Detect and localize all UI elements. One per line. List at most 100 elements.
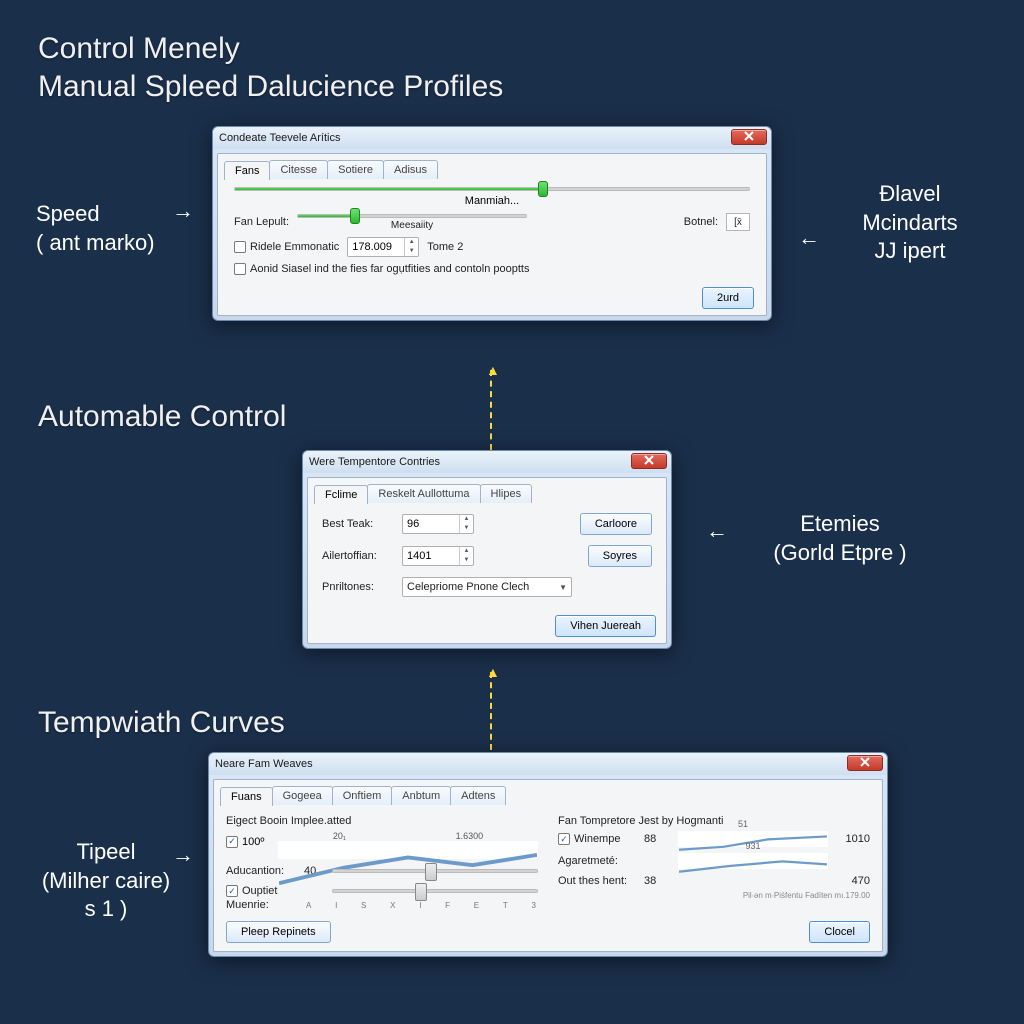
pnriltones-dropdown[interactable]: Celepriome Pnone Clech ▼ xyxy=(402,577,572,597)
left-100-checkbox[interactable]: 100º xyxy=(226,836,264,848)
ridele-label: Ridele Emmonatic xyxy=(250,241,339,253)
muenrie-label: Muenrie: xyxy=(226,899,296,911)
r2a-value: 931 xyxy=(746,841,761,851)
fan-lepult-label: Fan Lepult: xyxy=(234,216,289,228)
sidelabel-etemies-l1: Etemies xyxy=(800,511,879,536)
agaretmete-label: Agaretmeté: xyxy=(558,855,636,867)
arrow-left-icon: ← xyxy=(706,518,728,544)
aonid-checkbox[interactable]: Aonid Siasel ind the fies far ogụtfities… xyxy=(234,263,529,275)
aducantion-slider[interactable] xyxy=(332,869,538,873)
spinner-buttons-icon[interactable]: ▲▼ xyxy=(459,515,473,533)
left-pane-title: Eigect Booin Implee.atted xyxy=(226,815,538,827)
ouptiet-label: Ouptiet xyxy=(242,885,277,897)
sidelabel-etemies-l2: (Gorld Etpre ) xyxy=(773,540,906,565)
window2-primary-button[interactable]: Vihen Juereah xyxy=(555,615,656,637)
right-pane-title: Fan Tompretore Jest by Hogmanti xyxy=(558,815,870,827)
tab-sotiere[interactable]: Sotiere xyxy=(327,160,384,179)
outthes-label: Out thes hent: xyxy=(558,875,636,887)
window3-titlebar[interactable]: Neare Fam Weaves xyxy=(209,753,887,775)
window2-titlebar[interactable]: Were Tempentore Contries xyxy=(303,451,671,473)
winempe-checkbox[interactable]: Winempe xyxy=(558,833,636,845)
best-teak-label: Best Teak: xyxy=(322,518,394,530)
axis-tick: X xyxy=(390,901,395,910)
window-manual-control: Condeate Teevele Arítics Fans Citesse So… xyxy=(212,126,772,321)
tab-onftiem[interactable]: Onftiem xyxy=(332,786,393,805)
ailertoffian-input[interactable] xyxy=(403,548,459,564)
arrow-up-icon: ▲ xyxy=(486,362,500,378)
tab-citesse[interactable]: Citesse xyxy=(269,160,328,179)
r3a-value: 38 xyxy=(644,875,670,887)
slider-thumb-icon[interactable] xyxy=(415,883,427,901)
fan-lepult-slider[interactable] xyxy=(297,214,527,218)
pleep-repinets-button[interactable]: Pleep Repinets xyxy=(226,921,331,943)
arrow-left-icon: ← xyxy=(798,225,820,251)
close-icon xyxy=(860,757,870,770)
r3b-value: 470 xyxy=(836,875,870,887)
tab-fclime[interactable]: Fclime xyxy=(314,485,368,504)
chart-label-b: 1.6300 xyxy=(456,831,484,841)
window1-title: Condeate Teevele Arítics xyxy=(219,132,340,144)
close-icon xyxy=(744,131,754,144)
chevron-down-icon: ▼ xyxy=(559,583,567,592)
slider-thumb-icon[interactable] xyxy=(425,863,437,881)
ridele-checkbox[interactable]: Ridele Emmonatic xyxy=(234,241,339,253)
tab-adtens[interactable]: Adtens xyxy=(450,786,506,805)
spinner-buttons-icon[interactable]: ▲▼ xyxy=(404,238,418,256)
spinner-buttons-icon[interactable]: ▲▼ xyxy=(459,547,473,565)
close-button[interactable] xyxy=(631,453,667,469)
tab-adisus[interactable]: Adisus xyxy=(383,160,438,179)
axis-tick: I xyxy=(335,901,337,910)
tab-fans[interactable]: Fans xyxy=(224,161,270,180)
tab-fuans[interactable]: Fuans xyxy=(220,787,273,806)
axis-tick: F xyxy=(445,901,450,910)
window3-tabstrip: Fuans Gogeea Onftiem Anbtum Adtens xyxy=(220,786,876,805)
ouptiet-slider[interactable] xyxy=(332,889,538,893)
ailertoffian-spinner[interactable]: ▲▼ xyxy=(402,546,474,566)
close-icon xyxy=(644,455,654,468)
left-100-label: 100º xyxy=(242,836,264,848)
clocel-button[interactable]: Clocel xyxy=(809,921,870,943)
r1b-value: 51 xyxy=(738,819,748,829)
tab-gogeea[interactable]: Gogeea xyxy=(272,786,333,805)
botnel-label: Botnel: xyxy=(684,216,718,228)
sidelabel-speed-l1: Speed xyxy=(36,201,100,226)
r1a-value: 88 xyxy=(644,833,670,845)
pnriltones-label: Pnriltones: xyxy=(322,581,394,593)
close-button[interactable] xyxy=(731,129,767,145)
axis-tick: 3 xyxy=(532,901,536,910)
tome2-label: Tome 2 xyxy=(427,241,463,253)
axis-tick: E xyxy=(474,901,479,910)
carloore-button[interactable]: Carloore xyxy=(580,513,652,535)
window1-primary-button[interactable]: 2urd xyxy=(702,287,754,309)
ailertoffian-label: Ailertoffian: xyxy=(322,550,394,562)
axis-tick: A xyxy=(306,901,311,910)
close-button[interactable] xyxy=(847,755,883,771)
main-speed-slider[interactable] xyxy=(234,187,750,191)
dashed-arrow-up-1: ▲ xyxy=(490,370,492,450)
tab-anbtum[interactable]: Anbtum xyxy=(391,786,451,805)
slider-thumb-icon[interactable] xyxy=(538,181,548,197)
window2-title: Were Tempentore Contries xyxy=(309,456,440,468)
tab-hlipes[interactable]: Hlipes xyxy=(480,484,533,503)
tab-reskelt[interactable]: Reskelt Aullottuma xyxy=(367,484,480,503)
axis-tick: S xyxy=(361,901,366,910)
window3-title: Neare Fam Weaves xyxy=(215,758,313,770)
ridele-spinner[interactable]: ▲▼ xyxy=(347,237,419,257)
best-teak-spinner[interactable]: ▲▼ xyxy=(402,514,474,534)
window1-tabstrip: Fans Citesse Sotiere Adisus xyxy=(224,160,760,179)
soyres-button[interactable]: Soyres xyxy=(588,545,652,567)
page-heading-line2: Manual Spleed Dalucience Profiles xyxy=(38,70,503,104)
sidelabel-right1-l3: JJ ipert xyxy=(875,238,946,263)
window1-titlebar[interactable]: Condeate Teevele Arítics xyxy=(213,127,771,149)
window-curves: Neare Fam Weaves Fuans Gogeea Onftiem An… xyxy=(208,752,888,957)
slider-thumb-icon[interactable] xyxy=(350,208,360,224)
botnel-field[interactable]: [x̄ xyxy=(726,213,750,231)
left-mini-chart xyxy=(278,841,538,859)
ridele-spinner-input[interactable] xyxy=(348,239,404,255)
sidelabel-etemies: Etemies (Gorld Etpre ) xyxy=(740,510,940,567)
window-automable: Were Tempentore Contries Fclime Reskelt … xyxy=(302,450,672,649)
best-teak-input[interactable] xyxy=(403,516,459,532)
pnriltones-value: Celepriome Pnone Clech xyxy=(407,581,529,593)
chart-label-a: 20₁ xyxy=(333,831,346,841)
sidelabel-right1: Đlavel Mcindarts JJ ipert xyxy=(830,180,990,266)
